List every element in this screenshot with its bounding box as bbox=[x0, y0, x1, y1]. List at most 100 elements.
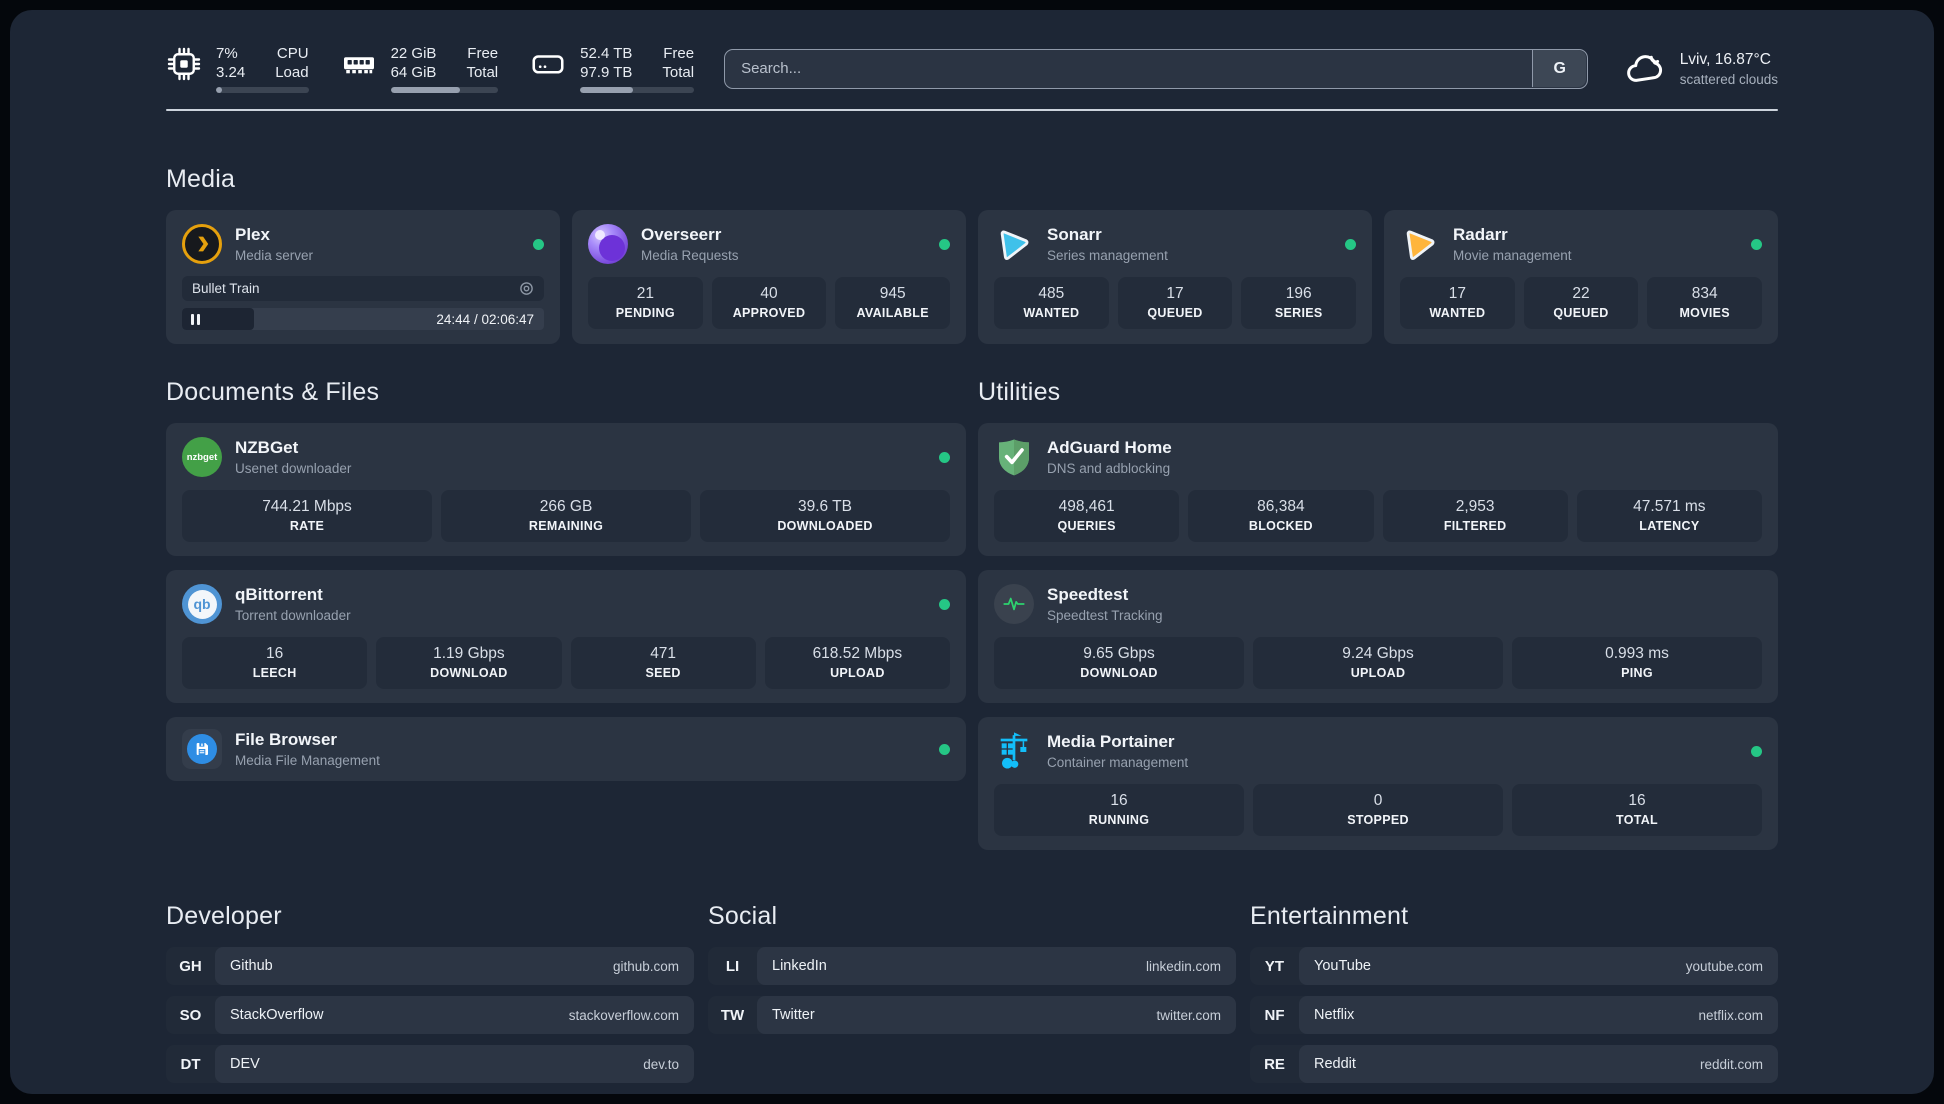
ram-total: 64 GiB bbox=[390, 64, 437, 81]
app-title: Sonarr bbox=[1047, 225, 1102, 244]
app-card-filebrowser[interactable]: File Browser Media File Management bbox=[166, 717, 966, 781]
stat-box: 9.24 Gbps UPLOAD bbox=[1253, 637, 1503, 689]
search-input[interactable] bbox=[724, 48, 1588, 89]
weather-widget: Lviv, 16.87°C scattered clouds bbox=[1624, 48, 1778, 90]
disk-total: 97.9 TB bbox=[580, 64, 633, 81]
top-bar: 7% CPU 3.24 Load 22 GiB Free 64 GiB Tota… bbox=[166, 44, 1778, 93]
app-title: Overseerr bbox=[641, 225, 722, 244]
app-card-adguard[interactable]: AdGuard Home DNS and adblocking 498,461 … bbox=[978, 423, 1778, 556]
link-youtube[interactable]: YT YouTube youtube.com bbox=[1250, 947, 1778, 985]
link-name: StackOverflow bbox=[230, 1007, 324, 1023]
link-url: stackoverflow.com bbox=[568, 1007, 679, 1023]
app-title: AdGuard Home bbox=[1047, 438, 1172, 457]
link-github[interactable]: GH Github github.com bbox=[166, 947, 694, 985]
app-subtitle: Movie management bbox=[1453, 248, 1572, 263]
app-subtitle: Media Requests bbox=[641, 248, 739, 263]
search-bar: G bbox=[724, 48, 1588, 89]
stat-box: 0 STOPPED bbox=[1253, 784, 1503, 836]
pause-icon bbox=[191, 313, 200, 325]
disk-icon bbox=[530, 46, 566, 82]
link-abbr: LI bbox=[725, 957, 740, 975]
app-card-speedtest[interactable]: Speedtest Speedtest Tracking 9.65 Gbps D… bbox=[978, 570, 1778, 703]
app-card-portainer[interactable]: Media Portainer Container management 16 … bbox=[978, 717, 1778, 850]
status-dot bbox=[1751, 238, 1762, 250]
search-engine-button[interactable]: G bbox=[1532, 50, 1587, 87]
link-name: Twitter bbox=[772, 1007, 815, 1023]
app-card-radarr[interactable]: Radarr Movie management 17 WANTED 22 QUE… bbox=[1384, 210, 1778, 344]
link-name: LinkedIn bbox=[772, 958, 827, 974]
stat-box: 16 TOTAL bbox=[1512, 784, 1762, 836]
app-subtitle: Media server bbox=[235, 248, 314, 263]
nzbget-icon: nzbget bbox=[182, 437, 222, 477]
link-twitter[interactable]: TW Twitter twitter.com bbox=[708, 996, 1236, 1034]
stat-box: 21 PENDING bbox=[588, 277, 703, 329]
link-url: dev.to bbox=[643, 1056, 679, 1072]
app-subtitle: Speedtest Tracking bbox=[1047, 608, 1163, 623]
cpu-percent: 7% bbox=[216, 45, 238, 62]
cpu-stat: 7% CPU 3.24 Load bbox=[166, 44, 309, 93]
status-dot bbox=[939, 743, 950, 755]
status-dot bbox=[939, 238, 950, 250]
ram-free-label: Free bbox=[467, 45, 499, 62]
cpu-label: CPU bbox=[276, 45, 309, 62]
status-dot bbox=[939, 451, 950, 463]
link-url: github.com bbox=[612, 958, 679, 974]
link-abbr: GH bbox=[179, 957, 202, 975]
stat-box: 22 QUEUED bbox=[1523, 277, 1639, 329]
link-dev[interactable]: DT DEV dev.to bbox=[166, 1045, 694, 1083]
ram-free: 22 GiB bbox=[390, 45, 437, 62]
radarr-icon bbox=[1400, 224, 1440, 264]
disk-progress bbox=[580, 87, 695, 93]
app-card-overseerr[interactable]: Overseerr Media Requests 21 PENDING 40 A… bbox=[572, 210, 966, 344]
app-card-sonarr[interactable]: Sonarr Series management 485 WANTED 17 Q… bbox=[978, 210, 1372, 344]
status-dot bbox=[1345, 238, 1356, 250]
overseerr-icon bbox=[588, 224, 628, 264]
disk-free: 52.4 TB bbox=[580, 45, 633, 62]
stat-box: 16 RUNNING bbox=[994, 784, 1244, 836]
stat-box: 86,384 BLOCKED bbox=[1188, 490, 1374, 542]
cpu-icon bbox=[166, 46, 202, 82]
section-developer: Developer GH Github github.com SO StackO… bbox=[166, 902, 694, 1083]
qbittorrent-icon: qb bbox=[182, 584, 222, 624]
link-url: twitter.com bbox=[1156, 1007, 1221, 1023]
link-abbr: SO bbox=[179, 1006, 202, 1024]
app-subtitle: Series management bbox=[1047, 248, 1168, 263]
stat-box: 2,953 FILTERED bbox=[1382, 490, 1568, 542]
link-stackoverflow[interactable]: SO StackOverflow stackoverflow.com bbox=[166, 996, 694, 1034]
app-subtitle: Media File Management bbox=[235, 753, 380, 768]
link-url: linkedin.com bbox=[1145, 958, 1221, 974]
system-stats: 7% CPU 3.24 Load 22 GiB Free 64 GiB Tota… bbox=[166, 44, 695, 93]
app-title: Speedtest bbox=[1047, 585, 1129, 604]
ram-total-label: Total bbox=[466, 64, 499, 81]
ram-stat: 22 GiB Free 64 GiB Total bbox=[341, 44, 499, 93]
stat-box: 17 WANTED bbox=[1400, 277, 1515, 329]
app-card-qbittorrent[interactable]: qb qBittorrent Torrent downloader 16 LEE… bbox=[166, 570, 966, 703]
app-card-nzbget[interactable]: nzbget NZBGet Usenet downloader 744.21 M… bbox=[166, 423, 966, 556]
playback-time: 24:44 / 02:06:47 bbox=[436, 311, 534, 327]
app-title: Plex bbox=[235, 225, 270, 244]
dashboard-panel: 7% CPU 3.24 Load 22 GiB Free 64 GiB Tota… bbox=[10, 10, 1934, 1094]
stat-box: 9.65 Gbps DOWNLOAD bbox=[994, 637, 1244, 689]
weather-location-temp: Lviv, 16.87°C bbox=[1679, 50, 1771, 68]
section-title-developer: Developer bbox=[166, 902, 282, 930]
link-linkedin[interactable]: LI LinkedIn linkedin.com bbox=[708, 947, 1236, 985]
header-divider bbox=[166, 109, 1778, 111]
now-playing-title: Bullet Train bbox=[192, 281, 260, 296]
playback-progress[interactable]: 24:44 / 02:06:47 bbox=[182, 308, 544, 330]
app-title: Media Portainer bbox=[1047, 732, 1175, 751]
stat-box: 485 WANTED bbox=[994, 277, 1109, 329]
plex-icon bbox=[182, 224, 222, 264]
link-url: reddit.com bbox=[1699, 1056, 1763, 1072]
cpu-progress bbox=[216, 87, 309, 93]
disk-stat: 52.4 TB Free 97.9 TB Total bbox=[530, 44, 695, 93]
link-name: DEV bbox=[230, 1056, 260, 1072]
weather-condition: scattered clouds bbox=[1679, 71, 1778, 87]
link-reddit[interactable]: RE Reddit reddit.com bbox=[1250, 1045, 1778, 1083]
section-title-entertainment: Entertainment bbox=[1250, 902, 1409, 930]
app-subtitle: Container management bbox=[1047, 755, 1189, 770]
app-card-plex[interactable]: Plex Media server Bullet Train 24:44 / 0 bbox=[166, 210, 560, 344]
status-dot bbox=[533, 238, 544, 250]
link-netflix[interactable]: NF Netflix netflix.com bbox=[1250, 996, 1778, 1034]
link-abbr: RE bbox=[1264, 1055, 1285, 1073]
sonarr-icon bbox=[994, 224, 1034, 264]
